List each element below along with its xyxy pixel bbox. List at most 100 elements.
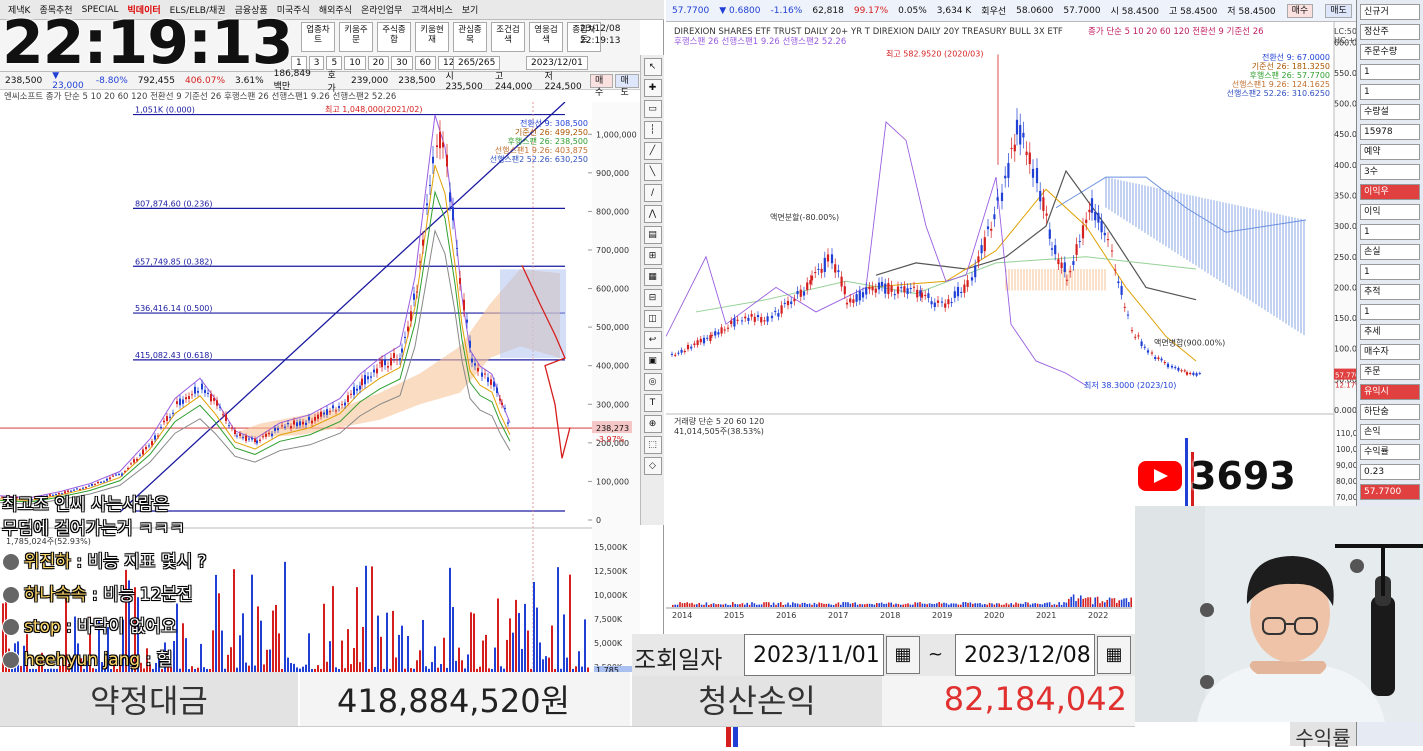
year-axis-label: 2019 [932, 611, 952, 620]
order-panel-field[interactable]: 손익 [1360, 424, 1420, 440]
buy-button[interactable]: 매수 [589, 73, 614, 98]
buy-button[interactable]: 매수 [1286, 3, 1314, 18]
calendar-icon[interactable]: ▦ [886, 636, 920, 674]
quote-field: 저 58.4500 [1227, 7, 1276, 17]
chat-author: 하나속속 [24, 585, 87, 605]
draw-tool-icon[interactable]: ⊕ [643, 415, 662, 433]
avatar [2, 651, 20, 669]
quote-field: 57.7700 [672, 5, 710, 16]
toolbar-button[interactable]: 관심종목 [453, 22, 487, 52]
chat-text: 최고조 인씨 사는사람은 [2, 495, 170, 515]
volume-axis-label: 110,000K [1336, 429, 1356, 438]
draw-tool-icon[interactable]: ⬚ [643, 436, 662, 454]
menu-item[interactable]: 보기 [462, 3, 479, 16]
order-panel-field[interactable]: 수익률 [1360, 444, 1420, 460]
sell-button[interactable]: 매도 [615, 73, 639, 98]
svg-text:기준선 26: 181.3250: 기준선 26: 181.3250 [1252, 62, 1330, 71]
order-panel-field[interactable]: 3수 [1360, 164, 1420, 180]
draw-tool-icon[interactable]: ⊞ [643, 247, 662, 265]
chat-text: : 헐 [140, 650, 173, 670]
order-panel-field[interactable]: 1 [1360, 264, 1420, 280]
toolbar-button[interactable]: 영웅검색 [529, 22, 563, 52]
order-panel-field[interactable]: 유익시 [1360, 384, 1420, 400]
price-pct: -3.97% [596, 435, 625, 444]
draw-tool-icon[interactable]: ↖ [643, 58, 662, 76]
draw-tool-icon[interactable]: ✚ [643, 79, 662, 97]
price-axis-label: 1,000,000 [596, 130, 637, 139]
fib-label: 415,082.43 (0.618) [135, 351, 213, 360]
toolbar-button[interactable]: 조건검색 [491, 22, 525, 52]
svg-text:선행스팬1 9.26: 403,875: 선행스팬1 9.26: 403,875 [495, 145, 588, 155]
volume-axis-label: 100,000K [1336, 445, 1356, 454]
draw-tool-icon[interactable]: T [643, 394, 662, 412]
menu-item[interactable]: 온라인업무 [361, 3, 402, 16]
period-button[interactable]: 20 [367, 56, 390, 70]
order-panel-field[interactable]: 예약 [1360, 144, 1420, 160]
period-button[interactable]: 10 [344, 56, 366, 70]
draw-tool-icon[interactable]: ▭ [643, 100, 662, 118]
order-panel-field[interactable]: 1 [1360, 64, 1420, 80]
chat-text: : 비능 지표 몇시 ? [70, 552, 207, 572]
order-panel-field[interactable]: 0.23 [1360, 464, 1420, 480]
date-from-input[interactable]: 2023/11/01 [744, 634, 884, 676]
quote-field: -1.16% [770, 5, 803, 16]
draw-tool-icon[interactable]: ┆ [643, 121, 662, 139]
quote-field: 저 224,500 [544, 72, 582, 92]
draw-tool-icon[interactable]: ◎ [643, 373, 662, 391]
order-panel-field[interactable]: 1 [1360, 304, 1420, 320]
period-button[interactable]: 60 [414, 56, 437, 70]
menu-item[interactable]: 해외주식 [319, 3, 352, 16]
order-panel-field[interactable]: 이익 [1360, 204, 1420, 220]
draw-tool-icon[interactable]: ╱ [643, 142, 662, 160]
order-panel-field[interactable]: 정산주 [1360, 24, 1420, 40]
chat-message: 하나속속 : 비능 12분전 [2, 580, 193, 605]
toolbar-button[interactable]: 키움주문 [339, 22, 373, 52]
count-field[interactable]: 265/265 [453, 56, 501, 70]
order-panel-field[interactable]: 1 [1360, 224, 1420, 240]
draw-tool-icon[interactable]: ⊟ [643, 289, 662, 307]
date-to-input[interactable]: 2023/12/08 [955, 634, 1095, 676]
price-axis-label: 800,000 [596, 207, 629, 216]
order-panel-field[interactable]: 1 [1360, 84, 1420, 100]
toolbar-button[interactable]: 주식종합 [377, 22, 411, 52]
right-price-tag: 57.7700 [1335, 372, 1356, 380]
right-chart-title: DIREXION SHARES ETF TRUST DAILY 20+ YR T… [674, 27, 1063, 37]
period-button[interactable]: 30 [391, 56, 413, 70]
fib-label: 536,416.14 (0.500) [135, 304, 213, 313]
order-panel-field[interactable]: 주문수량 [1360, 44, 1420, 60]
draw-tool-icon[interactable]: ▣ [643, 352, 662, 370]
order-panel-field[interactable]: 손실 [1360, 244, 1420, 260]
draw-tool-icon[interactable]: ▤ [643, 226, 662, 244]
sell-button[interactable]: 매도 [1325, 3, 1352, 18]
price-axis-label: 0 [596, 516, 601, 525]
pnl-label: 청산손익 [632, 672, 882, 726]
volume-axis-label: 80,000K [1336, 477, 1356, 486]
order-panel-field[interactable]: 추적 [1360, 284, 1420, 300]
order-panel-field[interactable]: 15978 [1360, 124, 1420, 140]
draw-tool-icon[interactable]: ◫ [643, 310, 662, 328]
draw-tool-icon[interactable]: ↩ [643, 331, 662, 349]
period-button[interactable]: 3 [308, 56, 325, 70]
order-panel-field[interactable]: 신규거 [1360, 4, 1420, 20]
toolbar-button[interactable]: 업종차트 [301, 22, 335, 52]
order-panel-field[interactable]: 주문 [1360, 364, 1420, 380]
draw-tool-icon[interactable]: ╲ [643, 163, 662, 181]
drawing-toolbar: ↖ ✚ ▭ ┆ ╱ ╲ ∕ ⋀ ▤ ⊞ ▦ ⊟ ◫ ↩ ▣ ◎ T ⊕ ⬚ ◇ [640, 55, 664, 525]
draw-tool-icon[interactable]: ▦ [643, 268, 662, 286]
draw-tool-icon[interactable]: ◇ [643, 457, 662, 475]
order-panel-field[interactable]: 이익우 [1360, 184, 1420, 200]
draw-tool-icon[interactable]: ⋀ [643, 205, 662, 223]
right-high-label: 최고 582.9520 (2020/03) [886, 48, 983, 58]
order-panel-field[interactable]: 매수자 [1360, 344, 1420, 360]
fib-label: 1,051K (0.000) [135, 106, 195, 115]
menu-item[interactable]: 고객서비스 [411, 3, 452, 16]
order-panel-field[interactable]: 추세 [1360, 324, 1420, 340]
period-button[interactable]: 1 [291, 56, 307, 70]
right-price-pct: 12.17% [1335, 382, 1356, 390]
draw-tool-icon[interactable]: ∕ [643, 184, 662, 202]
order-panel-field[interactable]: 수량설 [1360, 104, 1420, 120]
order-panel-field[interactable]: 하단숨 [1360, 404, 1420, 420]
calendar-icon[interactable]: ▦ [1097, 636, 1131, 674]
chart-date-field[interactable]: 2023/12/01 [526, 56, 588, 70]
toolbar-button[interactable]: 키움현재 [415, 22, 449, 52]
